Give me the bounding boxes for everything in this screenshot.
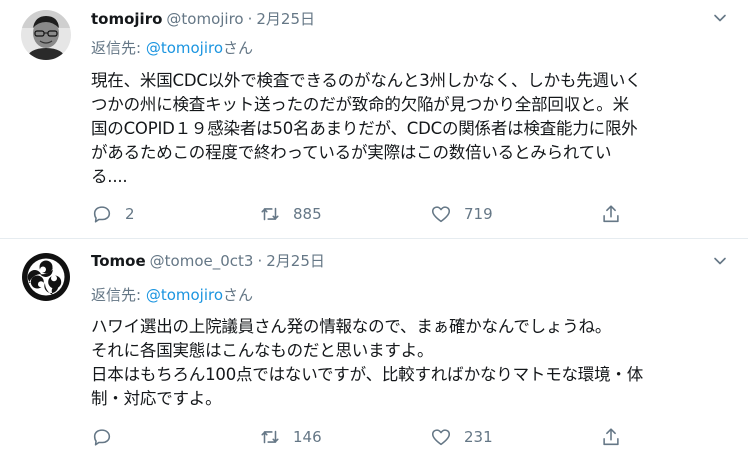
tweet-header: Tomoe @tomoe_0ct3 · 2月25日 — [91, 250, 325, 272]
tomoe-crest-icon — [21, 252, 71, 302]
timeline: tomojiro @tomojiro · 2月25日 返信先: @tomojiroさん… — [0, 0, 748, 461]
display-name[interactable]: tomojiro — [91, 10, 162, 28]
tweet-date[interactable]: 2月25日 — [256, 10, 315, 28]
user-handle[interactable]: @tomoe_0ct3 — [150, 252, 254, 270]
tweet-text-line: があるためこの程度で終わっているが実際はこの数倍いるとみられてい — [91, 143, 612, 162]
like-icon — [431, 429, 451, 446]
reply-context: 返信先: @tomojiroさん — [91, 284, 253, 306]
retweet-icon — [261, 207, 279, 221]
tweet-text-line: 現在、米国CDC以外で検査できるのがなんと3州しかなく、しかも先週いく — [91, 71, 642, 90]
tweet-actions: 2 885 719 — [91, 202, 651, 226]
tweet-text-line: 日本はもちろん100点ではないですが、比較すればかなりマトモな環境・体 — [91, 365, 643, 384]
avatar-photo — [21, 10, 71, 60]
caret-down-icon[interactable] — [712, 253, 728, 269]
like-count: 231 — [464, 428, 493, 446]
reply-icon — [93, 429, 111, 446]
reply-suffix: さん — [223, 39, 254, 57]
display-name[interactable]: Tomoe — [91, 252, 146, 270]
avatar[interactable] — [21, 252, 71, 302]
reply-count: 2 — [125, 205, 135, 223]
tweet-text-line: それに各国実態はこんなものだと思いますよ。 — [91, 341, 434, 360]
caret-down-icon[interactable] — [712, 10, 728, 26]
reply-mention-link[interactable]: @tomojiro — [146, 286, 223, 304]
tweet-text-line: ハワイ選出の上院議員さん発の情報なので、まぁ確かなんでしょうね。 — [91, 317, 612, 336]
tweet-text-line: る.... — [91, 167, 128, 186]
reply-suffix: さん — [223, 286, 254, 304]
retweet-icon — [261, 430, 279, 444]
tweet-actions: 146 231 — [91, 425, 651, 449]
tweet-1[interactable]: tomojiro @tomojiro · 2月25日 返信先: @tomojiroさん… — [0, 0, 748, 239]
reply-prefix: 返信先: — [91, 39, 146, 57]
tweet-date[interactable]: 2月25日 — [266, 252, 325, 270]
avatar[interactable] — [21, 10, 71, 60]
tweet-text: 現在、米国CDC以外で検査できるのがなんと3州しかなく、しかも先週いく つかの州… — [91, 69, 727, 189]
reply-button[interactable]: 2 — [91, 202, 135, 226]
like-icon — [431, 206, 451, 223]
retweet-count: 885 — [293, 205, 322, 223]
tweet-text: ハワイ選出の上院議員さん発の情報なので、まぁ確かなんでしょうね。 それに各国実態… — [91, 315, 727, 411]
like-button[interactable]: 719 — [430, 202, 493, 226]
share-button[interactable] — [600, 202, 622, 226]
tweet-text-line: 国のCOPID１９感染者は50名あまりだが、CDCの関係者は検査能力に限外 — [91, 119, 638, 138]
tweet-header: tomojiro @tomojiro · 2月25日 — [91, 8, 315, 30]
separator-dot: · — [257, 252, 263, 270]
tweet-text-line: つかの州に検査キット送ったのだが致命的欠陥が見つかり全部回収と。米 — [91, 95, 629, 114]
reply-button[interactable] — [91, 425, 125, 449]
retweet-button[interactable]: 146 — [259, 425, 322, 449]
share-icon — [603, 428, 619, 446]
retweet-count: 146 — [293, 428, 322, 446]
reply-context: 返信先: @tomojiroさん — [91, 37, 253, 59]
share-icon — [603, 205, 619, 223]
like-button[interactable]: 231 — [430, 425, 493, 449]
tweet-text-line: 制・対応ですよ。 — [91, 389, 222, 408]
share-button[interactable] — [600, 425, 622, 449]
reply-mention-link[interactable]: @tomojiro — [146, 39, 223, 57]
tweet-2[interactable]: Tomoe @tomoe_0ct3 · 2月25日 返信先: @tomojiroさん … — [0, 239, 748, 461]
reply-prefix: 返信先: — [91, 286, 146, 304]
separator-dot: · — [247, 10, 253, 28]
like-count: 719 — [464, 205, 493, 223]
retweet-button[interactable]: 885 — [259, 202, 322, 226]
reply-icon — [93, 206, 111, 223]
user-handle[interactable]: @tomojiro — [166, 10, 243, 28]
